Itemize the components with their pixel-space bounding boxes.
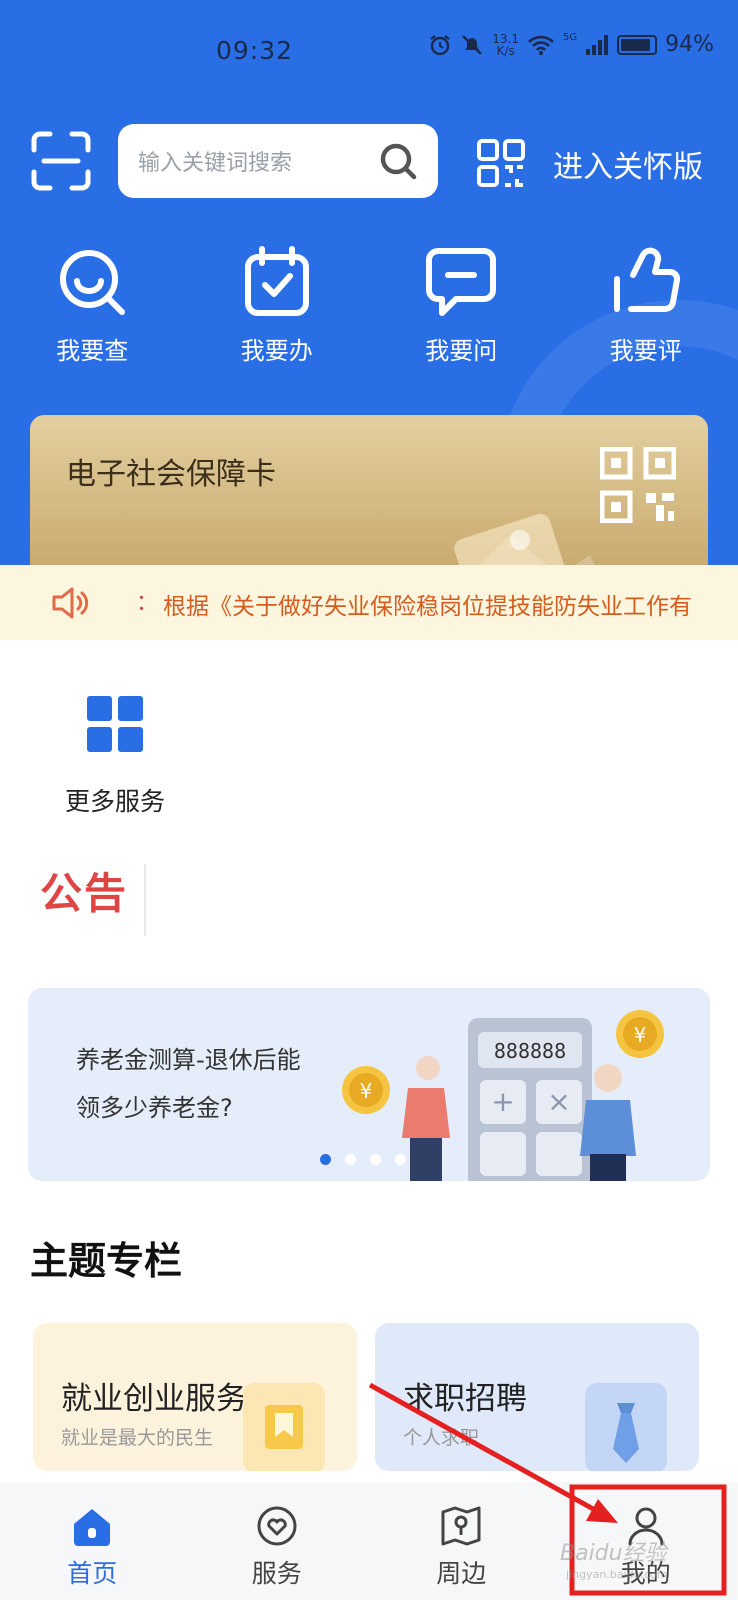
- status-bar: 09:32 13.1 K/s 5G 94%: [0, 0, 738, 108]
- search-icon[interactable]: [378, 141, 418, 181]
- search-input[interactable]: 输入关键词搜索: [118, 124, 438, 198]
- status-time: 09:32: [216, 36, 294, 65]
- grid-icon: [87, 696, 143, 752]
- topic-card-jobs[interactable]: 求职招聘 个人求职: [375, 1323, 699, 1471]
- tie-icon: [585, 1383, 667, 1471]
- quick-action-label: 我要办: [240, 337, 313, 365]
- home-icon: [74, 1509, 111, 1546]
- wifi-icon: [528, 35, 554, 55]
- notice-text[interactable]: 根据《关于做好失业保险稳岗位提技能防失业工作有: [163, 587, 692, 621]
- network-type: 5G: [562, 32, 578, 43]
- care-mode-link[interactable]: 进入关怀版: [553, 142, 703, 186]
- svg-text:+: +: [491, 1085, 514, 1118]
- carousel-dot[interactable]: [370, 1154, 381, 1165]
- watermark-brand: Baidu经验: [560, 1541, 667, 1566]
- tab-home[interactable]: 首页: [0, 1482, 185, 1600]
- tab-services[interactable]: 服务: [185, 1482, 370, 1600]
- carousel-dot[interactable]: [345, 1154, 356, 1165]
- svg-text:×: ×: [547, 1085, 570, 1118]
- quick-action-rate[interactable]: 我要评: [554, 245, 738, 366]
- calendar-check-icon: [244, 246, 309, 316]
- divider: [144, 864, 146, 936]
- battery-level: 94%: [665, 32, 714, 57]
- coin-symbol: ¥: [360, 1079, 373, 1103]
- net-speed: 13.1 K/s: [492, 31, 519, 58]
- carousel-dot[interactable]: [320, 1154, 331, 1165]
- qr-scan-icon[interactable]: [476, 138, 526, 188]
- social-card-title: 电子社会保障卡: [66, 457, 276, 492]
- qr-code-icon[interactable]: [600, 447, 676, 523]
- quick-action-query[interactable]: 我要查: [0, 245, 185, 366]
- carousel-dots: [320, 1154, 406, 1165]
- banner-line-2: 领多少养老金?: [76, 1094, 233, 1122]
- header-area: 09:32 13.1K/s 5G 94% 输入关键词搜索 进入关怀版 我要查: [0, 0, 738, 565]
- status-icons: 13.1 K/s 5G 94%: [428, 32, 714, 57]
- alarm-icon: [430, 34, 450, 55]
- quick-action-label: 我要评: [609, 337, 682, 365]
- search-smile-icon: [60, 250, 126, 315]
- scan-icon[interactable]: [30, 130, 92, 192]
- tab-nearby[interactable]: 周边: [369, 1482, 554, 1600]
- chat-bubble-icon: [426, 248, 497, 316]
- topic-card-employment[interactable]: 就业创业服务 就业是最大的民生: [33, 1323, 357, 1471]
- coin-symbol: ¥: [634, 1023, 647, 1047]
- tab-label: 周边: [436, 1559, 487, 1588]
- section-title: 主题专栏: [30, 1239, 183, 1283]
- notice-separator: ：: [136, 591, 159, 616]
- calculator-display: 888888: [494, 1039, 566, 1063]
- map-pin-icon: [441, 1506, 481, 1546]
- battery-icon: [617, 34, 658, 55]
- speaker-icon: [52, 587, 89, 619]
- quick-actions: 我要查 我要办 我要问 我要评: [0, 245, 738, 366]
- tab-label: 首页: [67, 1559, 118, 1588]
- watermark-url: jingyan.baidu.com: [566, 1568, 668, 1581]
- topic-title: 就业创业服务: [61, 1381, 247, 1417]
- tab-label: 服务: [251, 1559, 302, 1588]
- more-services-label: 更多服务: [64, 787, 165, 816]
- quick-action-label: 我要问: [425, 337, 498, 365]
- topic-title: 求职招聘: [403, 1381, 527, 1417]
- search-placeholder: 输入关键词搜索: [138, 151, 293, 176]
- bookmark-icon: [243, 1383, 325, 1471]
- thumbs-up-icon: [613, 247, 680, 313]
- topic-subtitle: 个人求职: [403, 1427, 480, 1449]
- card-illustration: [454, 513, 595, 565]
- quick-action-ask[interactable]: 我要问: [369, 245, 554, 366]
- banner-line-1: 养老金测算-退休后能: [76, 1046, 301, 1074]
- pension-banner[interactable]: 养老金测算-退休后能 领多少养老金? 888888 + × ¥ ¥: [28, 988, 710, 1181]
- more-services-button[interactable]: 更多服务: [60, 690, 170, 818]
- notice-ticker[interactable]: ： 根据《关于做好失业保险稳岗位提技能防失业工作有: [0, 565, 738, 640]
- topic-subtitle: 就业是最大的民生: [61, 1427, 214, 1449]
- announcement-label: 公告: [40, 869, 129, 918]
- quick-action-handle[interactable]: 我要办: [185, 245, 370, 366]
- announcement-section[interactable]: 公告: [40, 860, 160, 940]
- social-security-card[interactable]: 电子社会保障卡: [30, 415, 708, 565]
- quick-action-label: 我要查: [56, 337, 129, 365]
- mute-bell-icon: [462, 34, 483, 55]
- heart-circle-icon: [257, 1506, 297, 1546]
- signal-icon: [586, 34, 609, 55]
- carousel-dot[interactable]: [395, 1154, 406, 1165]
